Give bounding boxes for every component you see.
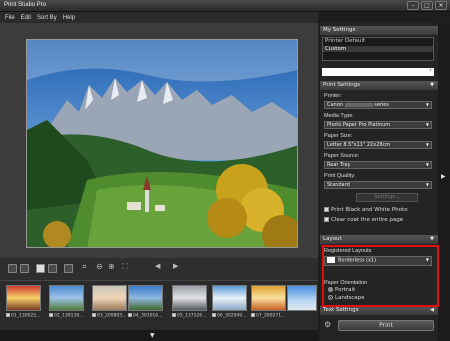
thumbnail-checkbox[interactable] (92, 313, 96, 317)
thumbnail-label: 07_289271... (256, 313, 286, 319)
paper-size-select[interactable]: Letter 8.5"x11" 22x28cm ▼ (324, 141, 432, 149)
menu-bar: File Edit Sort By Help (0, 12, 318, 23)
my-settings-item[interactable]: Custom (323, 46, 433, 52)
highlight-box (322, 245, 439, 307)
quality-settings-button[interactable]: Settings... (356, 193, 418, 202)
thumbnail-checkbox[interactable] (251, 313, 255, 317)
thumbnail[interactable]: 05_137126... (172, 285, 207, 319)
clear-coat-checkbox[interactable]: Clear coat the entire page (324, 217, 403, 223)
expand-icon[interactable]: ◀ (430, 306, 434, 315)
dropdown-arrow-icon: ▼ (425, 142, 429, 147)
bw-photo-checkbox[interactable]: Print Black and White Photo (324, 207, 408, 213)
printer-label: Printer: (324, 93, 342, 99)
text-icon[interactable] (36, 264, 45, 273)
collapse-icon[interactable]: ▼ (430, 81, 434, 90)
thumbnail-image (172, 285, 207, 311)
panel-toggle-arrow-icon[interactable]: ▶ (441, 173, 446, 180)
crop-icon[interactable]: ⌗ (82, 262, 91, 271)
printer-select[interactable]: Canon series ▼ (324, 101, 432, 109)
fit-icon[interactable]: ⛶ (122, 262, 131, 271)
menu-help[interactable]: Help (63, 15, 75, 21)
my-settings-name-field[interactable] (322, 68, 434, 76)
dropdown-arrow-icon: ▼ (425, 102, 429, 107)
thumbnail[interactable]: 04_303016... (128, 285, 163, 319)
my-settings-header[interactable]: My Settings (320, 26, 438, 35)
copy-icon[interactable] (48, 264, 57, 273)
dropdown-arrow-icon: ▼ (425, 182, 429, 187)
print-quality-label: Print Quality: (324, 173, 356, 179)
zoom-in-icon[interactable]: ⊕ (108, 262, 117, 271)
thumbnail-checkbox[interactable] (172, 313, 176, 317)
collapse-arrow-icon[interactable]: ▼ (150, 332, 155, 339)
panel-toggle-strip[interactable]: ▶ (438, 23, 450, 341)
maximize-button[interactable]: □ (421, 1, 433, 10)
deselect-all-icon[interactable] (20, 264, 29, 273)
collapse-icon[interactable]: ▼ (430, 235, 434, 244)
thumbnail-image (251, 285, 286, 311)
print-quality-select[interactable]: Standard ▼ (324, 181, 432, 189)
thumbnail[interactable]: 03_209893... (92, 285, 127, 319)
paper-source-label: Paper Source: (324, 153, 360, 159)
select-all-icon[interactable] (8, 264, 17, 273)
print-settings-header[interactable]: Print Settings ▼ (320, 81, 438, 90)
media-type-label: Media Type: (324, 113, 354, 119)
print-button[interactable]: Print (338, 320, 434, 331)
thumbnail[interactable] (287, 285, 317, 318)
filmstrip-collapse-bar[interactable]: ▼ (0, 330, 318, 341)
menu-edit[interactable]: Edit (21, 15, 31, 21)
text-settings-header[interactable]: Text Settings ◀ (320, 306, 438, 315)
thumbnail-label: 06_302049... (217, 313, 247, 319)
thumbnail-checkbox[interactable] (6, 313, 10, 317)
thumbnail[interactable]: 01_130025... (6, 285, 41, 319)
paper-size-label: Paper Size: (324, 133, 353, 139)
thumbnail-label: 04_303016... (133, 313, 163, 319)
thumbnail-image (92, 285, 127, 311)
thumbnail-image (212, 285, 247, 311)
my-settings-item[interactable]: Printer Default (323, 38, 433, 44)
title-bar: Print Studio Pro – □ ✕ (0, 0, 450, 12)
zoom-out-icon[interactable]: ⊖ (96, 262, 105, 271)
previous-icon[interactable]: ◀ (155, 262, 164, 271)
thumbnail-label: 01_130025... (11, 313, 41, 319)
window-title: Print Studio Pro (4, 2, 47, 8)
thumbnail-image (128, 285, 163, 311)
thumbnail[interactable]: 07_289271... (251, 285, 286, 319)
my-settings-list: Printer Default Custom (322, 37, 434, 61)
thumbnail-label: 03_209893... (97, 313, 127, 319)
preview-toolbar: ⌗ ⊖ ⊕ ⛶ ◀ ▶ (0, 258, 318, 280)
thumbnail-image (49, 285, 84, 311)
thumbnail-label: 02_139138... (54, 313, 84, 319)
thumbnail[interactable]: 02_139138... (49, 285, 84, 319)
close-button[interactable]: ✕ (435, 1, 447, 10)
layout-header[interactable]: Layout ▼ (320, 235, 438, 244)
thumbnail[interactable]: 06_302049... (212, 285, 247, 319)
next-icon[interactable]: ▶ (173, 262, 182, 271)
gear-icon[interactable]: ⚙ (324, 320, 331, 329)
dropdown-arrow-icon: ▼ (425, 122, 429, 127)
preview-area (0, 23, 318, 258)
thumbnail-checkbox[interactable] (212, 313, 216, 317)
thumbnail-checkbox[interactable] (49, 313, 53, 317)
thumbnail-checkbox[interactable] (128, 313, 132, 317)
menu-file[interactable]: File (5, 15, 15, 21)
paper-source-select[interactable]: Rear Tray ▼ (324, 161, 432, 169)
thumbnail-image (6, 285, 41, 311)
rotate-icon[interactable] (64, 264, 73, 273)
minimize-button[interactable]: – (407, 1, 419, 10)
media-type-select[interactable]: Photo Paper Pro Platinum ▼ (324, 121, 432, 129)
menu-sort-by[interactable]: Sort By (37, 15, 57, 21)
thumbnail-label: 05_137126... (177, 313, 207, 319)
printer-model-redacted (344, 102, 373, 107)
dropdown-arrow-icon: ▼ (425, 162, 429, 167)
preview-photo[interactable] (26, 39, 298, 248)
add-setting-button[interactable]: + (428, 67, 433, 74)
mountain-landscape-image (27, 40, 297, 247)
thumbnail-image (287, 285, 317, 311)
window-controls: – □ ✕ (407, 1, 447, 10)
filmstrip: 01_130025... 02_139138... 03_209893... 0… (0, 280, 318, 330)
